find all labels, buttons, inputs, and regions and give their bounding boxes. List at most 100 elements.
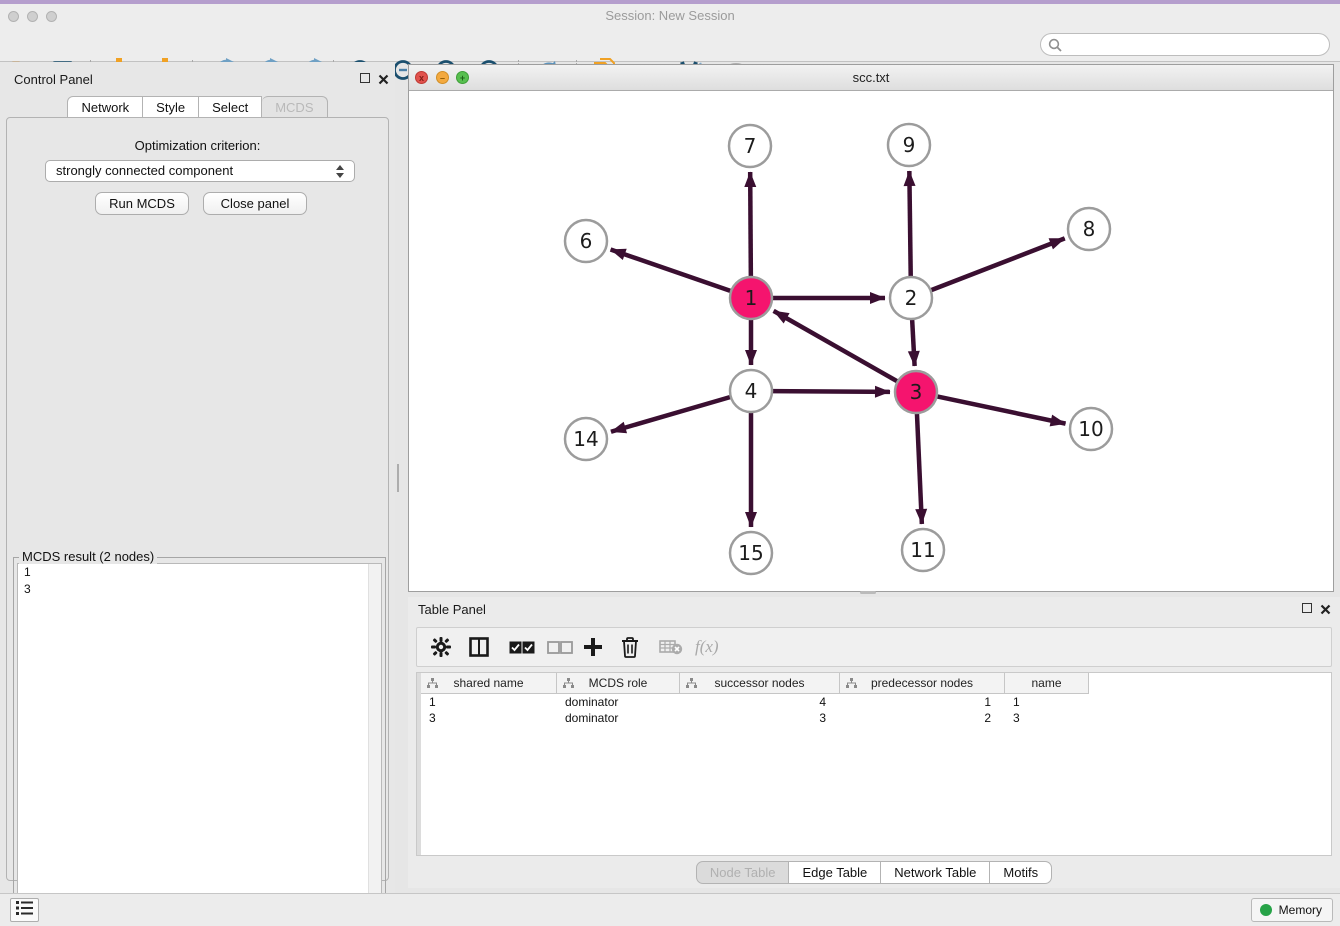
table-cell[interactable]: 3	[1005, 710, 1089, 726]
table-cell[interactable]: 2	[840, 710, 1005, 726]
column-header-label: name	[1031, 676, 1061, 690]
node-label-7: 7	[744, 134, 757, 158]
edge-1-7[interactable]	[750, 172, 751, 277]
list-icon	[16, 901, 33, 920]
table-panel: Table Panel f(x) shared nameMCDS	[408, 597, 1340, 888]
select-all-icon[interactable]	[509, 628, 535, 666]
table-row[interactable]: 1dominator411	[421, 694, 1089, 710]
table-cell[interactable]: 3	[680, 710, 840, 726]
edge-4-3[interactable]	[772, 391, 890, 392]
mcds-result-list[interactable]: 13	[17, 563, 382, 919]
select-stepper-icon	[335, 164, 346, 179]
table-tab-node-table[interactable]: Node Table	[696, 861, 790, 884]
tab-mcds[interactable]: MCDS	[262, 96, 327, 118]
table-split-handle[interactable]	[860, 591, 876, 594]
mcds-result-item: 3	[18, 581, 381, 598]
table-cell[interactable]: dominator	[557, 710, 680, 726]
search-icon	[1048, 38, 1063, 58]
table-panel-title: Table Panel	[418, 602, 486, 617]
close-table-panel-icon[interactable]	[1320, 602, 1331, 613]
edge-1-6[interactable]	[611, 249, 732, 291]
node-label-1: 1	[745, 286, 758, 310]
edge-2-3[interactable]	[912, 319, 915, 366]
edge-2-9[interactable]	[909, 171, 910, 277]
deselect-all-icon[interactable]	[547, 628, 573, 666]
optimization-select[interactable]: strongly connected component	[45, 160, 355, 182]
task-history-button[interactable]	[10, 898, 39, 922]
close-panel-icon[interactable]	[378, 72, 389, 83]
node-label-10: 10	[1078, 417, 1103, 441]
tab-network[interactable]: Network	[67, 96, 143, 118]
memory-button[interactable]: Memory	[1251, 898, 1333, 922]
column-header-shared-name[interactable]: shared name	[421, 673, 557, 694]
mcds-result-fieldset: MCDS result (2 nodes) 13	[13, 549, 386, 925]
panel-split-handle[interactable]	[397, 464, 403, 478]
table-cell[interactable]: 1	[840, 694, 1005, 710]
delete-column-icon[interactable]	[621, 628, 639, 666]
control-panel: Control Panel NetworkStyleSelectMCDS Opt…	[0, 62, 395, 893]
function-builder-icon: f(x)	[695, 628, 719, 666]
column-header-label: MCDS role	[589, 676, 648, 690]
network-window-titlebar[interactable]: x – + scc.txt	[409, 65, 1333, 91]
edge-3-10[interactable]	[937, 396, 1066, 423]
status-bar: Memory	[0, 893, 1340, 926]
network-window-title: scc.txt	[409, 65, 1333, 91]
column-header-name[interactable]: name	[1005, 673, 1089, 694]
table-tab-network-table[interactable]: Network Table	[881, 861, 990, 884]
scrollbar-track[interactable]	[368, 564, 381, 918]
table-cell[interactable]: dominator	[557, 694, 680, 710]
table-tab-motifs[interactable]: Motifs	[990, 861, 1052, 884]
node-label-4: 4	[745, 379, 758, 403]
tab-select[interactable]: Select	[199, 96, 262, 118]
memory-label: Memory	[1279, 903, 1322, 917]
edge-2-8[interactable]	[931, 238, 1065, 290]
optimization-criterion-label: Optimization criterion:	[7, 138, 388, 153]
memory-status-icon	[1260, 904, 1272, 916]
column-header-label: shared name	[453, 676, 523, 690]
table-tab-edge-table[interactable]: Edge Table	[789, 861, 881, 884]
titlebar: Session: New Session	[0, 4, 1340, 28]
table-cell[interactable]: 1	[421, 694, 557, 710]
edge-3-11[interactable]	[917, 413, 922, 524]
search-input[interactable]	[1067, 35, 1322, 54]
float-panel-icon[interactable]	[360, 73, 370, 83]
close-panel-button[interactable]: Close panel	[203, 192, 307, 215]
column-header-label: predecessor nodes	[871, 676, 973, 690]
delete-table-icon[interactable]	[659, 628, 683, 666]
edge-4-14[interactable]	[611, 397, 731, 432]
column-header-predecessor-nodes[interactable]: predecessor nodes	[840, 673, 1005, 694]
float-table-panel-icon[interactable]	[1302, 603, 1312, 613]
node-label-15: 15	[738, 541, 763, 565]
search-box	[1040, 33, 1330, 56]
tab-style[interactable]: Style	[143, 96, 199, 118]
node-label-11: 11	[910, 538, 935, 562]
window-title: Session: New Session	[0, 4, 1340, 28]
table-settings-icon[interactable]	[431, 628, 451, 666]
mcds-panel: Optimization criterion: strongly connect…	[6, 117, 389, 881]
column-header-successor-nodes[interactable]: successor nodes	[680, 673, 840, 694]
table-toolbar: f(x)	[416, 627, 1332, 667]
network-canvas[interactable]: 1234678910111415	[409, 91, 1333, 591]
create-column-icon[interactable]	[583, 628, 603, 666]
control-panel-title: Control Panel	[14, 72, 93, 87]
node-label-2: 2	[905, 286, 918, 310]
table-row[interactable]: 3dominator323	[421, 710, 1089, 726]
edge-3-1[interactable]	[774, 311, 898, 382]
table-cell[interactable]: 3	[421, 710, 557, 726]
node-label-3: 3	[910, 380, 923, 404]
mcds-result-item: 1	[18, 564, 381, 581]
network-window: x – + scc.txt 1234678910111415	[408, 64, 1334, 592]
table-rows: 1dominator4113dominator323	[421, 694, 1089, 726]
table-tabs: Node TableEdge TableNetwork TableMotifs	[408, 861, 1340, 884]
table-cell[interactable]: 4	[680, 694, 840, 710]
table-header-row: shared name MCDS role successor nodes prede…	[421, 673, 1089, 694]
column-header-label: successor nodes	[714, 676, 804, 690]
run-mcds-button[interactable]: Run MCDS	[95, 192, 189, 215]
node-label-9: 9	[903, 133, 916, 157]
node-label-8: 8	[1083, 217, 1096, 241]
show-columns-icon[interactable]	[469, 628, 489, 666]
node-table[interactable]: shared name MCDS role successor nodes prede…	[416, 672, 1332, 856]
column-header-MCDS-role[interactable]: MCDS role	[557, 673, 680, 694]
mcds-result-title: MCDS result (2 nodes)	[19, 549, 157, 564]
table-cell[interactable]: 1	[1005, 694, 1089, 710]
